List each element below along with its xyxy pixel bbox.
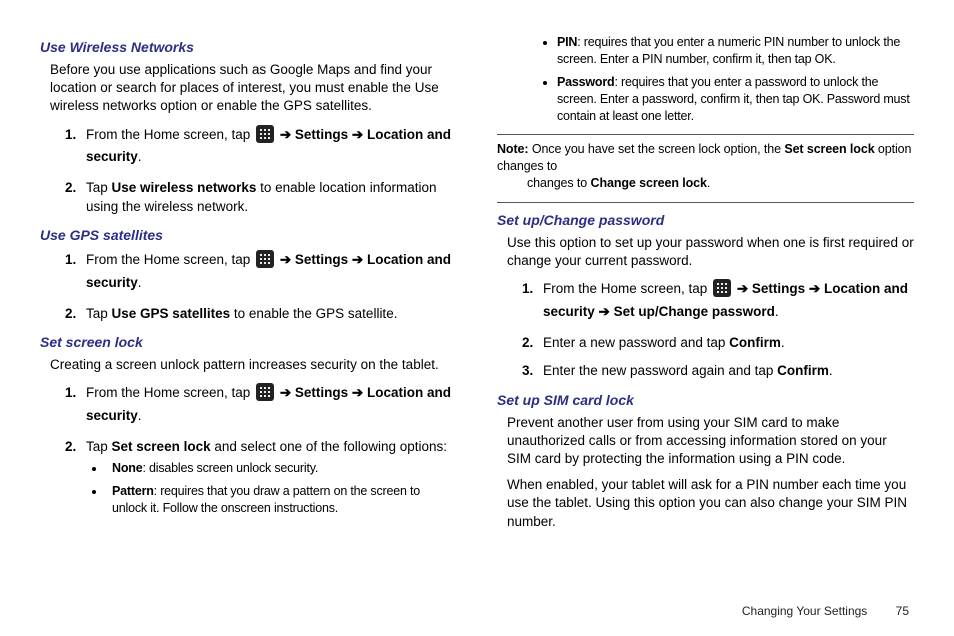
label-none: None [112,461,142,475]
step-item: From the Home screen, tap ➔ Settings ➔ L… [537,278,914,324]
arrow-icon: ➔ [348,127,367,142]
label-pattern: Pattern [112,484,154,498]
label-settings: Settings [295,252,348,267]
label-set-screen-lock: Set screen lock [784,142,874,156]
text: Tap [86,306,112,321]
text: . [781,335,785,350]
steps-list: From the Home screen, tap ➔ Settings ➔ L… [50,249,457,323]
text: Enter a new password and tap [543,335,729,350]
arrow-icon: ➔ [276,252,295,267]
text: From the Home screen, tap [543,281,711,296]
text: : requires that you enter a numeric PIN … [557,35,900,66]
body-text: Creating a screen unlock pattern increas… [50,356,457,374]
text: Enter the new password again and tap [543,363,777,378]
step-item: Enter a new password and tap Confirm. [537,334,914,352]
heading-setup-sim-card-lock: Set up SIM card lock [497,391,914,410]
heading-use-gps-satellites: Use GPS satellites [40,226,457,245]
label-settings: Settings [752,281,805,296]
text: to enable the GPS satellite. [230,306,397,321]
left-column: Use Wireless Networks Before you use app… [40,30,477,616]
arrow-icon: ➔ [276,127,295,142]
step-item: From the Home screen, tap ➔ Settings ➔ L… [80,124,457,170]
page: Use Wireless Networks Before you use app… [0,0,954,636]
text: From the Home screen, tap [86,385,254,400]
label-confirm: Confirm [777,363,829,378]
step-item: From the Home screen, tap ➔ Settings ➔ L… [80,382,457,428]
page-footer: Changing Your Settings 75 [742,604,909,618]
page-number: 75 [896,604,909,618]
divider [497,202,914,203]
note-label: Note: [497,142,528,156]
label-settings: Settings [295,385,348,400]
arrow-icon: ➔ [595,304,614,319]
text: . [707,176,710,190]
apps-icon [256,383,274,401]
label-setup-change-password: Set up/Change password [614,304,775,319]
bullet-item: Pattern: requires that you draw a patter… [106,483,457,517]
apps-icon [713,279,731,297]
steps-list: From the Home screen, tap ➔ Settings ➔ L… [50,124,457,216]
label-use-gps-satellites: Use GPS satellites [112,306,231,321]
label-pin: PIN [557,35,577,49]
text: From the Home screen, tap [86,252,254,267]
text: . [138,149,142,164]
heading-use-wireless-networks: Use Wireless Networks [40,38,457,57]
text: . [829,363,833,378]
label-password: Password [557,75,614,89]
text: : requires that you draw a pattern on th… [112,484,420,515]
label-settings: Settings [295,127,348,142]
step-item: Tap Use GPS satellites to enable the GPS… [80,305,457,323]
note-block: Note: Once you have set the screen lock … [497,141,914,192]
step-item: Tap Use wireless networks to enable loca… [80,179,457,215]
bullet-item: PIN: requires that you enter a numeric P… [557,34,914,68]
label-confirm: Confirm [729,335,781,350]
bullet-list: PIN: requires that you enter a numeric P… [537,34,914,124]
body-text: Use this option to set up your password … [507,234,914,270]
text: and select one of the following options: [211,439,447,454]
label-use-wireless-networks: Use wireless networks [112,180,257,195]
arrow-icon: ➔ [276,385,295,400]
divider [497,134,914,135]
text: . [138,408,142,423]
apps-icon [256,250,274,268]
text: Tap [86,180,112,195]
arrow-icon: ➔ [733,281,752,296]
text: Tap [86,439,112,454]
arrow-icon: ➔ [805,281,824,296]
bullet-item: Password: requires that you enter a pass… [557,74,914,125]
right-column: PIN: requires that you enter a numeric P… [477,30,914,616]
step-item: Enter the new password again and tap Con… [537,362,914,380]
steps-list: From the Home screen, tap ➔ Settings ➔ L… [50,382,457,517]
steps-list: From the Home screen, tap ➔ Settings ➔ L… [507,278,914,380]
note-indent: changes to Change screen lock. [497,175,914,192]
bullet-item: None: disables screen unlock security. [106,460,457,477]
text: From the Home screen, tap [86,127,254,142]
arrow-icon: ➔ [348,252,367,267]
heading-set-screen-lock: Set screen lock [40,333,457,352]
text: changes to [527,176,591,190]
apps-icon [256,125,274,143]
step-item: Tap Set screen lock and select one of th… [80,438,457,517]
body-text: When enabled, your tablet will ask for a… [507,476,914,531]
bullet-list: None: disables screen unlock security. P… [86,460,457,517]
chapter-title: Changing Your Settings [742,604,867,618]
body-text: Prevent another user from using your SIM… [507,414,914,469]
label-change-screen-lock: Change screen lock [591,176,707,190]
step-item: From the Home screen, tap ➔ Settings ➔ L… [80,249,457,295]
text: Once you have set the screen lock option… [528,142,784,156]
label-set-screen-lock: Set screen lock [112,439,211,454]
body-text: Before you use applications such as Goog… [50,61,457,116]
arrow-icon: ➔ [348,385,367,400]
text: . [775,304,779,319]
text: : disables screen unlock security. [142,461,318,475]
heading-setup-change-password: Set up/Change password [497,211,914,230]
text: . [138,275,142,290]
